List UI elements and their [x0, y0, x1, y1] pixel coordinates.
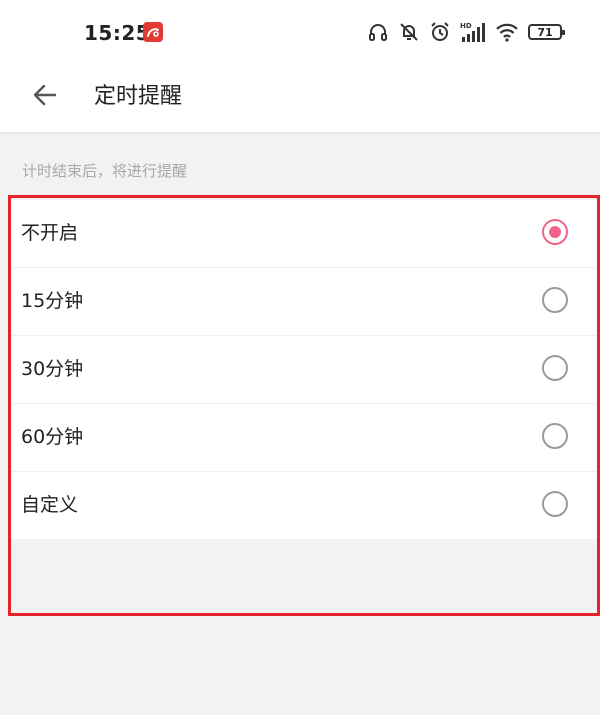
option-60-min[interactable]: 60分钟	[10, 404, 598, 472]
radio-unselected-icon[interactable]	[542, 491, 568, 517]
radio-selected-icon[interactable]	[542, 219, 568, 245]
reminder-options-list: 不开启 15分钟 30分钟 60分钟 自定义	[10, 200, 598, 539]
svg-text:HD: HD	[460, 22, 472, 30]
app-header: 定时提醒	[0, 62, 600, 132]
status-bar: 15:25 HD 71	[0, 0, 600, 62]
option-off[interactable]: 不开启	[10, 200, 598, 268]
hd-signal-icon: HD	[460, 21, 486, 43]
headset-icon	[367, 21, 389, 43]
radio-unselected-icon[interactable]	[542, 287, 568, 313]
option-custom[interactable]: 自定义	[10, 472, 598, 539]
back-button[interactable]	[26, 78, 64, 116]
battery-indicator: 71	[528, 24, 565, 40]
page-title: 定时提醒	[94, 84, 183, 109]
option-30-min[interactable]: 30分钟	[10, 336, 598, 404]
option-label: 不开启	[21, 222, 79, 244]
radio-unselected-icon[interactable]	[542, 355, 568, 381]
section-hint: 计时结束后，将进行提醒	[22, 162, 188, 180]
bell-muted-icon	[398, 21, 420, 43]
arrow-left-icon	[31, 81, 59, 113]
red-app-badge-icon	[143, 22, 163, 42]
battery-level: 71	[537, 25, 553, 39]
option-label: 自定义	[21, 494, 79, 516]
option-label: 15分钟	[21, 290, 84, 312]
alarm-icon	[429, 21, 451, 43]
option-label: 30分钟	[21, 358, 84, 380]
status-time: 15:25	[84, 21, 151, 45]
option-15-min[interactable]: 15分钟	[10, 268, 598, 336]
radio-unselected-icon[interactable]	[542, 423, 568, 449]
option-label: 60分钟	[21, 426, 84, 448]
status-icons: HD 71	[367, 20, 565, 44]
wifi-icon	[495, 21, 519, 43]
